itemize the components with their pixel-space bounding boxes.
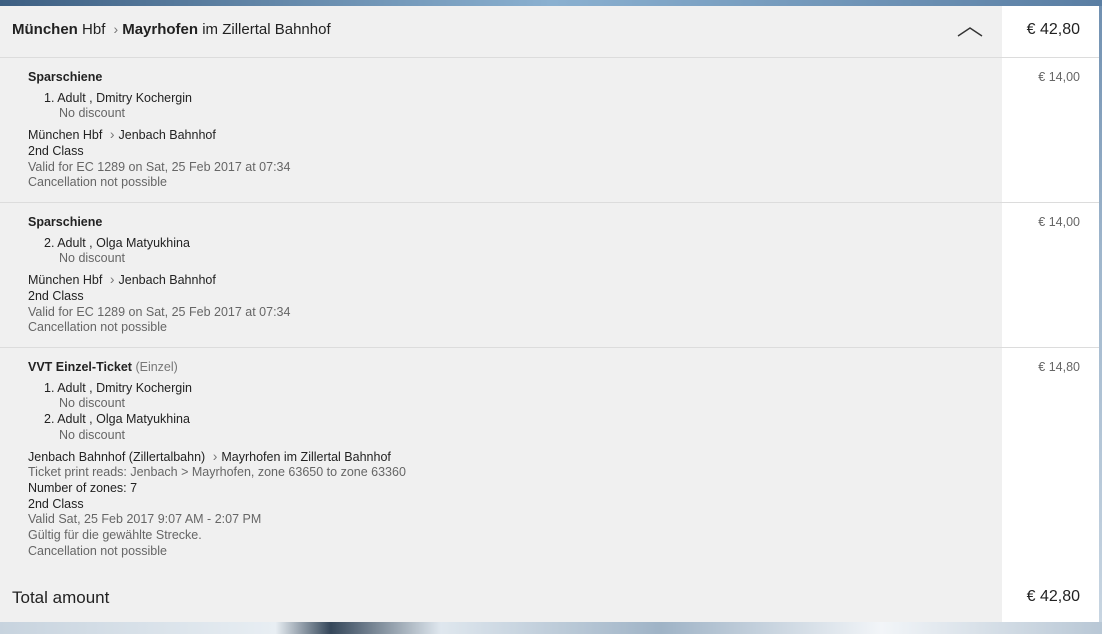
ticket-class: 2nd Class [28,496,84,511]
route-from: München [12,21,78,38]
passenger-discount: No discount [59,427,126,442]
passenger-discount: No discount [59,396,126,411]
ticket-price: € 14,00 [1038,215,1080,229]
ticket-route-to: Mayrhofen im Zillertal Bahnhof [221,449,391,464]
chevron-right-icon: › [109,271,115,288]
background-bottom [0,622,1102,634]
route-from-suffix: Hbf [82,21,106,38]
ticket-price: € 14,00 [1038,70,1080,84]
ticket-name-suffix: (Einzel) [135,360,178,374]
chevron-up-icon[interactable] [956,24,984,40]
ticket-name: Sparschiene [28,215,103,229]
passenger-discount: No discount [59,251,126,266]
booking-summary-panel: München Hbf › Mayrhofen im Zillertal Bahn… [0,6,1099,622]
passenger-discount: No discount [59,106,126,121]
ticket-name: VVT Einzel-Ticket [28,360,132,374]
route-to: Mayrhofen [122,21,199,38]
ticket-item: Sparschiene 2. Adult , Olga Matyukhina N… [0,203,1099,348]
ticket-cancellation: Cancellation not possible [28,320,167,335]
passenger-label: 2. Adult , Olga Matyukhina [44,412,190,427]
ticket-item: VVT Einzel-Ticket (Einzel) 1. Adult , Dm… [0,348,1099,577]
passenger-label: 2. Adult , Olga Matyukhina [44,235,190,250]
ticket-zones: Number of zones: 7 [28,480,138,495]
header-price: € 42,80 [1026,21,1080,38]
ticket-validity: Valid for EC 1289 on Sat, 25 Feb 2017 at… [28,304,291,319]
total-value: € 42,80 [1026,588,1080,605]
route-to-suffix: im Zillertal Bahnhof [202,21,331,38]
passenger-label: 1. Adult , Dmitry Kochergin [44,380,192,395]
ticket-price: € 14,80 [1038,360,1080,374]
total-row: Total amount € 42,80 [0,577,1099,622]
chevron-right-icon: › [212,447,218,464]
ticket-route-from: München Hbf [28,128,103,143]
ticket-class: 2nd Class [28,143,84,158]
ticket-print-reads: Ticket print reads: Jenbach > Mayrhofen,… [28,465,406,480]
ticket-route-to: Jenbach Bahnhof [118,273,216,288]
passenger-label: 1. Adult , Dmitry Kochergin [44,90,192,105]
ticket-cancellation: Cancellation not possible [28,543,167,558]
ticket-class: 2nd Class [28,288,84,303]
ticket-route: München Hbf › Jenbach Bahnhof [28,126,290,144]
chevron-right-icon: › [109,126,115,143]
ticket-item: Sparschiene 1. Adult , Dmitry Kochergin … [0,58,1099,203]
ticket-validity: Valid Sat, 25 Feb 2017 9:07 AM - 2:07 PM [28,512,262,527]
total-label: Total amount [12,588,110,607]
journey-header[interactable]: München Hbf › Mayrhofen im Zillertal Bahn… [0,6,1099,58]
ticket-note: Gültig für die gewählte Strecke. [28,528,202,543]
ticket-cancellation: Cancellation not possible [28,175,167,190]
ticket-validity: Valid for EC 1289 on Sat, 25 Feb 2017 at… [28,159,291,174]
ticket-route-from: München Hbf [28,273,103,288]
ticket-name: Sparschiene [28,70,103,84]
ticket-route: Jenbach Bahnhof (Zillertalbahn) › Mayrhof… [28,447,406,466]
chevron-right-icon: › [113,21,119,37]
journey-route: München Hbf › Mayrhofen im Zillertal Bahn… [12,21,331,38]
ticket-route-to: Jenbach Bahnhof [118,128,216,143]
ticket-route: München Hbf › Jenbach Bahnhof [28,271,290,289]
ticket-route-from: Jenbach Bahnhof (Zillertalbahn) [28,449,206,464]
